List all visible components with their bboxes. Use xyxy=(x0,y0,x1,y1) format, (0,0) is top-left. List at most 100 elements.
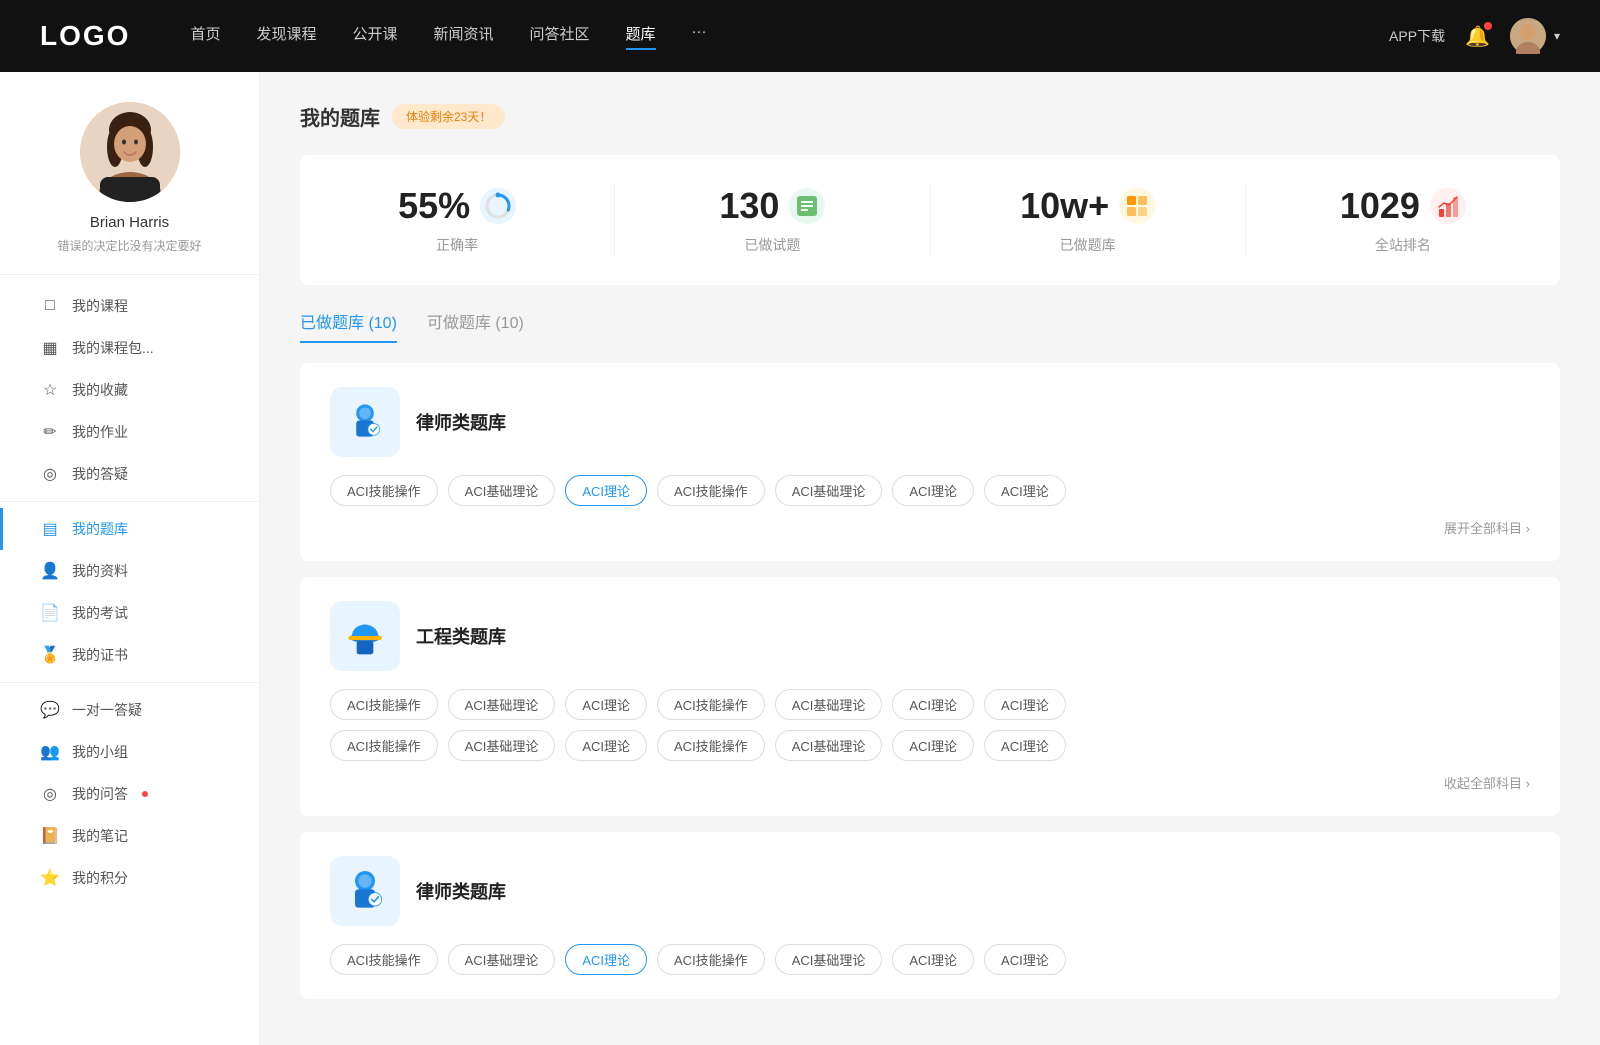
sidebar-item-profile-data[interactable]: 👤 我的资料 xyxy=(0,550,259,592)
one-on-one-icon: 💬 xyxy=(40,700,60,720)
banks-done-icon xyxy=(1119,188,1155,224)
bank-section-lawyer-2: 律师类题库 ACI技能操作 ACI基础理论 ACI理论 ACI技能操作 ACI基… xyxy=(300,832,1560,999)
main-layout: Brian Harris 错误的决定比没有决定要好 □ 我的课程 ▦ 我的课程包… xyxy=(0,72,1600,1045)
tag-eng-r2-3[interactable]: ACI技能操作 xyxy=(657,730,765,761)
tag-lawyer2-2[interactable]: ACI理论 xyxy=(565,944,647,975)
tag-lawyer1-3[interactable]: ACI技能操作 xyxy=(657,475,765,506)
sidebar-label-certificate: 我的证书 xyxy=(72,645,128,665)
tag-eng-r1-5[interactable]: ACI理论 xyxy=(892,689,974,720)
tab-done-banks[interactable]: 已做题库 (10) xyxy=(300,309,397,343)
tag-eng-r2-2[interactable]: ACI理论 xyxy=(565,730,647,761)
tag-eng-r1-6[interactable]: ACI理论 xyxy=(984,689,1066,720)
logo: LOGO xyxy=(40,20,130,52)
tag-eng-r2-6[interactable]: ACI理论 xyxy=(984,730,1066,761)
nav-news[interactable]: 新闻资讯 xyxy=(434,23,494,50)
sidebar-divider-2 xyxy=(0,682,259,683)
question-bank-icon: ▤ xyxy=(40,519,60,539)
tag-lawyer1-4[interactable]: ACI基础理论 xyxy=(775,475,883,506)
engineer-bank-icon xyxy=(330,601,400,671)
sidebar-item-my-courses[interactable]: □ 我的课程 xyxy=(0,285,259,327)
tag-eng-r1-0[interactable]: ACI技能操作 xyxy=(330,689,438,720)
lawyer-bank-icon-1 xyxy=(330,387,400,457)
stat-value-site-rank: 1029 xyxy=(1340,185,1420,227)
tag-eng-r1-2[interactable]: ACI理论 xyxy=(565,689,647,720)
sidebar-label-homework: 我的作业 xyxy=(72,422,128,442)
sidebar-item-my-qa[interactable]: ◎ 我的答疑 xyxy=(0,453,259,495)
tag-lawyer1-6[interactable]: ACI理论 xyxy=(984,475,1066,506)
sidebar-item-questions[interactable]: ◎ 我的问答 xyxy=(0,773,259,815)
nav-courses[interactable]: 发现课程 xyxy=(256,23,316,50)
tag-eng-r2-0[interactable]: ACI技能操作 xyxy=(330,730,438,761)
expand-link-lawyer-1[interactable]: 展开全部科目 › xyxy=(330,518,1530,537)
tag-lawyer2-5[interactable]: ACI理论 xyxy=(892,944,974,975)
tags-row-lawyer-1: ACI技能操作 ACI基础理论 ACI理论 ACI技能操作 ACI基础理论 AC… xyxy=(330,475,1530,506)
exam-icon: 📄 xyxy=(40,603,60,623)
nav-home[interactable]: 首页 xyxy=(190,23,220,50)
sidebar-item-homework[interactable]: ✏ 我的作业 xyxy=(0,411,259,453)
notification-dot xyxy=(1484,22,1492,30)
tags-row-lawyer-2: ACI技能操作 ACI基础理论 ACI理论 ACI技能操作 ACI基础理论 AC… xyxy=(330,944,1530,975)
navbar: LOGO 首页 发现课程 公开课 新闻资讯 问答社区 题库 ··· APP下载 … xyxy=(0,0,1600,72)
tabs-row: 已做题库 (10) 可做题库 (10) xyxy=(300,309,1560,343)
sidebar-label-notes: 我的笔记 xyxy=(72,826,128,846)
tag-lawyer2-0[interactable]: ACI技能操作 xyxy=(330,944,438,975)
notes-icon: 📔 xyxy=(40,826,60,846)
nav-more[interactable]: ··· xyxy=(692,23,707,50)
stat-label-correct-rate: 正确率 xyxy=(320,235,594,255)
sidebar-label-course-package: 我的课程包... xyxy=(72,338,154,358)
sidebar-label-question-bank: 我的题库 xyxy=(72,519,128,539)
sidebar-item-favorites[interactable]: ☆ 我的收藏 xyxy=(0,369,259,411)
sidebar-item-course-package[interactable]: ▦ 我的课程包... xyxy=(0,327,259,369)
tag-lawyer2-6[interactable]: ACI理论 xyxy=(984,944,1066,975)
tag-lawyer1-0[interactable]: ACI技能操作 xyxy=(330,475,438,506)
tag-eng-r1-1[interactable]: ACI基础理论 xyxy=(448,689,556,720)
tag-lawyer2-1[interactable]: ACI基础理论 xyxy=(448,944,556,975)
stat-banks-done: 10w+ 已做题库 xyxy=(931,185,1246,255)
expand-link-engineer[interactable]: 收起全部科目 › xyxy=(330,773,1530,792)
sidebar-label-points: 我的积分 xyxy=(72,868,128,888)
sidebar-item-exam[interactable]: 📄 我的考试 xyxy=(0,592,259,634)
sidebar-item-question-bank[interactable]: ▤ 我的题库 xyxy=(0,508,259,550)
bank-title-lawyer-1: 律师类题库 xyxy=(416,409,506,435)
tab-available-banks[interactable]: 可做题库 (10) xyxy=(427,309,524,343)
bank-section-lawyer-1: 律师类题库 ACI技能操作 ACI基础理论 ACI理论 ACI技能操作 ACI基… xyxy=(300,363,1560,561)
tag-eng-r1-3[interactable]: ACI技能操作 xyxy=(657,689,765,720)
certificate-icon: 🏅 xyxy=(40,645,60,665)
nav-question-bank[interactable]: 题库 xyxy=(626,23,656,50)
sidebar-item-points[interactable]: ⭐ 我的积分 xyxy=(0,857,259,899)
tag-eng-r2-1[interactable]: ACI基础理论 xyxy=(448,730,556,761)
notification-bell[interactable]: 🔔 xyxy=(1465,24,1490,49)
profile-avatar xyxy=(80,102,180,202)
nav-open-course[interactable]: 公开课 xyxy=(352,23,397,50)
app-download-link[interactable]: APP下载 xyxy=(1389,26,1445,46)
page-title: 我的题库 xyxy=(300,102,380,131)
questions-icon: ◎ xyxy=(40,784,60,804)
bank-section-engineer: 工程类题库 ACI技能操作 ACI基础理论 ACI理论 ACI技能操作 ACI基… xyxy=(300,577,1560,816)
tag-lawyer2-3[interactable]: ACI技能操作 xyxy=(657,944,765,975)
sidebar-item-group[interactable]: 👥 我的小组 xyxy=(0,731,259,773)
sidebar-label-favorites: 我的收藏 xyxy=(72,380,128,400)
tag-lawyer2-4[interactable]: ACI基础理论 xyxy=(775,944,883,975)
profile-motto: 错误的决定比没有决定要好 xyxy=(20,237,239,254)
favorites-icon: ☆ xyxy=(40,380,60,400)
sidebar-label-profile-data: 我的资料 xyxy=(72,561,128,581)
course-package-icon: ▦ xyxy=(40,338,60,358)
stat-label-questions-done: 已做试题 xyxy=(635,235,909,255)
tag-eng-r1-4[interactable]: ACI基础理论 xyxy=(775,689,883,720)
navbar-right: APP下载 🔔 ▾ xyxy=(1389,18,1560,54)
sidebar-item-notes[interactable]: 📔 我的笔记 xyxy=(0,815,259,857)
nav-qa[interactable]: 问答社区 xyxy=(530,23,590,50)
tag-lawyer1-5[interactable]: ACI理论 xyxy=(892,475,974,506)
bank-header-lawyer-1: 律师类题库 xyxy=(330,387,1530,457)
stat-site-rank: 1029 全站排名 xyxy=(1246,185,1560,255)
correct-rate-icon xyxy=(480,188,516,224)
sidebar-item-one-on-one[interactable]: 💬 一对一答疑 xyxy=(0,689,259,731)
sidebar-item-certificate[interactable]: 🏅 我的证书 xyxy=(0,634,259,676)
tag-eng-r2-5[interactable]: ACI理论 xyxy=(892,730,974,761)
user-menu[interactable]: ▾ xyxy=(1510,18,1560,54)
tag-lawyer1-2[interactable]: ACI理论 xyxy=(565,475,647,506)
tag-eng-r2-4[interactable]: ACI基础理论 xyxy=(775,730,883,761)
stat-value-questions-done: 130 xyxy=(719,185,779,227)
stat-value-correct-rate: 55% xyxy=(398,185,470,227)
tag-lawyer1-1[interactable]: ACI基础理论 xyxy=(448,475,556,506)
